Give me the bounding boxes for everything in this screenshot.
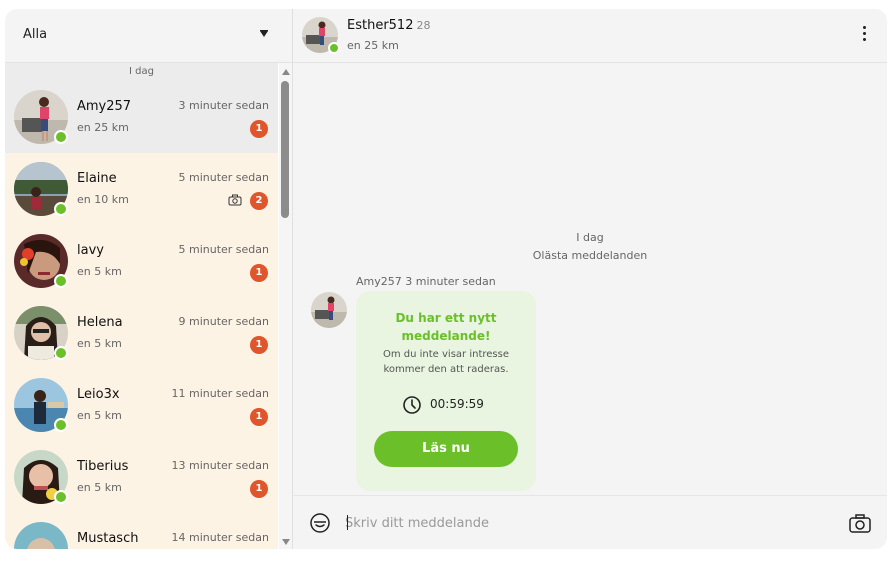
conversation-list: I dag Amy257 en 25 km 3 minuter sedan 1 … — [5, 63, 278, 549]
message-time: 9 minuter sedan — [178, 315, 269, 328]
unread-badge: 1 — [250, 120, 268, 138]
camera-icon[interactable] — [849, 513, 871, 533]
scroll-down-icon[interactable] — [282, 539, 290, 545]
message-time: 3 minuter sedan — [405, 275, 496, 288]
message-time: 11 minuter sedan — [171, 387, 269, 400]
unread-badge: 1 — [250, 480, 268, 498]
list-scrollbar[interactable] — [279, 63, 292, 549]
day-separator: I dag — [576, 231, 604, 244]
contact-name: lavy — [77, 243, 104, 258]
app-window: Alla I dag Amy257 en 25 km 3 minuter sed… — [5, 9, 887, 549]
message-time: 5 minuter sedan — [178, 171, 269, 184]
timer-value: 00:59:59 — [430, 397, 484, 411]
contact-distance: en 25 km — [77, 121, 129, 134]
online-indicator — [54, 490, 68, 504]
conversation-item[interactable]: Helena en 5 km 9 minuter sedan 1 — [5, 297, 278, 369]
contact-distance: en 5 km — [77, 265, 122, 278]
contact-name: Tiberius — [77, 459, 129, 474]
conversation-item[interactable]: Leio3x en 5 km 11 minuter sedan 1 — [5, 369, 278, 441]
online-indicator — [54, 418, 68, 432]
contact-distance: en 5 km — [77, 481, 122, 494]
message-composer — [293, 495, 887, 549]
conversation-item[interactable]: lavy en 5 km 5 minuter sedan 1 — [5, 225, 278, 297]
unread-badge: 1 — [250, 336, 268, 354]
contact-name: Helena — [77, 315, 123, 330]
message-time: 14 minuter sedan — [171, 531, 269, 544]
text-caret — [347, 515, 348, 530]
message-bubble: Du har ett nytt meddelande! Om du inte v… — [356, 291, 536, 491]
online-indicator — [54, 274, 68, 288]
emoji-icon[interactable] — [309, 512, 331, 534]
message-time: 3 minuter sedan — [178, 99, 269, 112]
message-title: Du har ett nytt meddelande! — [395, 311, 497, 343]
message-input[interactable] — [345, 514, 825, 532]
unread-separator: Olästa meddelanden — [532, 249, 648, 262]
unread-badge: 2 — [250, 192, 268, 210]
contact-name: Mustasch — [77, 531, 139, 546]
chat-body: I dag Olästa meddelanden Amy257 3 minute… — [293, 63, 887, 495]
scroll-thumb[interactable] — [281, 81, 289, 218]
contact-distance: en 10 km — [77, 193, 129, 206]
filter-label: Alla — [23, 27, 48, 42]
message-time: 13 minuter sedan — [171, 459, 269, 472]
filter-dropdown[interactable]: Alla — [5, 9, 292, 63]
message-time: 5 minuter sedan — [178, 243, 269, 256]
avatar — [14, 522, 68, 549]
chat-contact-name[interactable]: Esther512 28 — [347, 18, 430, 33]
contact-distance: en 5 km — [77, 409, 122, 422]
conversation-item[interactable]: Amy257 en 25 km 3 minuter sedan 1 — [5, 81, 278, 153]
message-description: Om du inte visar intresse kommer den att… — [382, 349, 509, 375]
conversation-panel: Alla I dag Amy257 en 25 km 3 minuter sed… — [5, 9, 292, 549]
contact-name: Leio3x — [77, 387, 120, 402]
conversation-item[interactable]: Tiberius en 5 km 13 minuter sedan 1 — [5, 441, 278, 513]
conversation-item[interactable]: Mustasch 14 minuter sedan — [5, 513, 278, 549]
chat-contact-distance: en 25 km — [347, 39, 399, 52]
contact-name: Elaine — [77, 171, 117, 186]
clock-icon — [403, 396, 421, 414]
scroll-up-icon[interactable] — [282, 69, 290, 75]
chevron-down-icon — [260, 30, 268, 37]
read-now-button[interactable]: Läs nu — [374, 431, 518, 467]
message-sender: Amy257 — [356, 275, 402, 288]
message-timer: 00:59:59 — [402, 395, 484, 414]
contact-name: Amy257 — [77, 99, 132, 114]
kebab-menu-icon[interactable] — [863, 26, 867, 44]
contact-distance: en 5 km — [77, 337, 122, 350]
chat-header: Esther512 28 en 25 km — [293, 9, 887, 63]
unread-badge: 1 — [250, 408, 268, 426]
avatar — [311, 292, 347, 328]
chat-contact-username: Esther512 — [347, 18, 414, 33]
unread-badge: 1 — [250, 264, 268, 282]
online-indicator — [54, 202, 68, 216]
online-indicator — [328, 42, 340, 54]
conversation-item[interactable]: Elaine en 10 km 5 minuter sedan 2 — [5, 153, 278, 225]
online-indicator — [54, 130, 68, 144]
online-indicator — [54, 346, 68, 360]
camera-icon — [228, 194, 242, 206]
message-meta: Amy257 3 minuter sedan — [356, 275, 496, 288]
chat-contact-age: 28 — [416, 19, 431, 32]
